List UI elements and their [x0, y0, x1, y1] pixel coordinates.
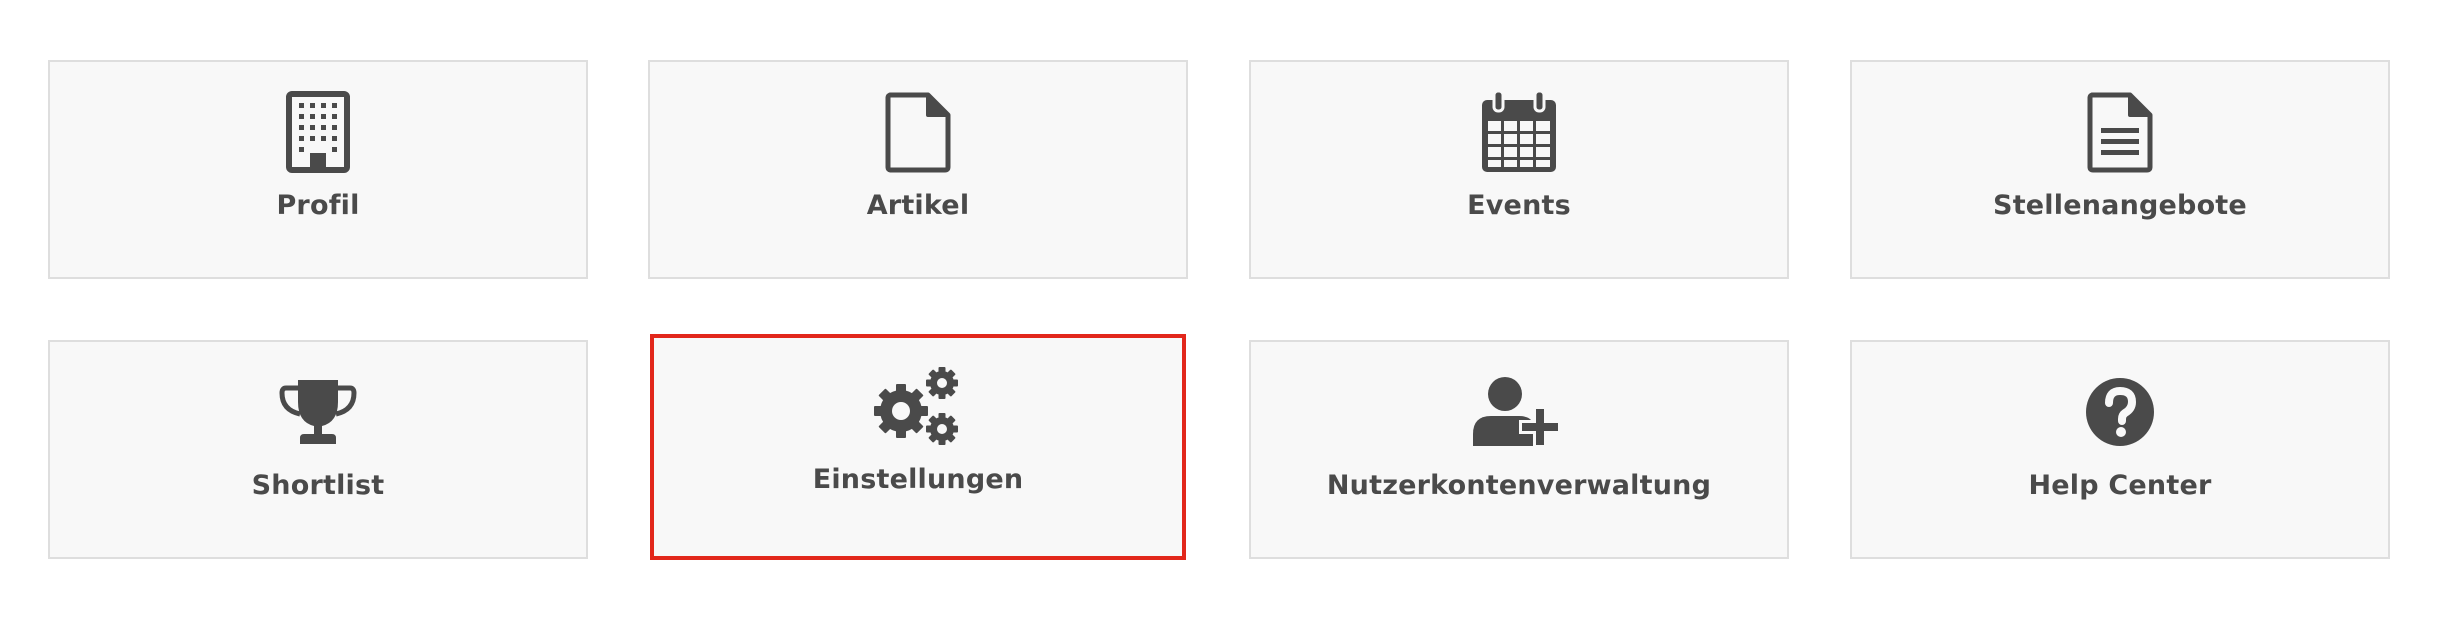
tile-events[interactable]: Events: [1249, 60, 1789, 279]
tile-label: Einstellungen: [812, 464, 1024, 495]
tile-stellenangebote[interactable]: Stellenangebote: [1850, 60, 2390, 279]
tile-label: Events: [1467, 190, 1571, 221]
tile-label: Artikel: [866, 190, 970, 221]
trophy-icon: [268, 370, 368, 454]
tile-profil[interactable]: Profil: [48, 60, 588, 279]
tile-einstellungen[interactable]: Einstellungen: [650, 334, 1186, 560]
tile-label: Shortlist: [251, 470, 385, 501]
tile-label: Stellenangebote: [1993, 190, 2247, 221]
user-plus-icon: [1469, 370, 1569, 454]
document-lines-icon: [2070, 90, 2170, 174]
tile-shortlist[interactable]: Shortlist: [48, 340, 588, 559]
tile-nutzerkontenverwaltung[interactable]: Nutzerkontenverwaltung: [1249, 340, 1789, 559]
tile-label: Profil: [276, 190, 360, 221]
document-icon: [868, 90, 968, 174]
calendar-icon: [1469, 90, 1569, 174]
gears-icon: [868, 364, 968, 448]
tile-label: Help Center: [2028, 470, 2212, 501]
tile-help-center[interactable]: Help Center: [1850, 340, 2390, 559]
tile-artikel[interactable]: Artikel: [648, 60, 1188, 279]
question-circle-icon: [2070, 370, 2170, 454]
tile-label: Nutzerkontenverwaltung: [1326, 470, 1712, 501]
building-icon: [268, 90, 368, 174]
dashboard-tile-grid: Profil Artikel Events Stellenangebote Sh…: [0, 0, 2446, 622]
